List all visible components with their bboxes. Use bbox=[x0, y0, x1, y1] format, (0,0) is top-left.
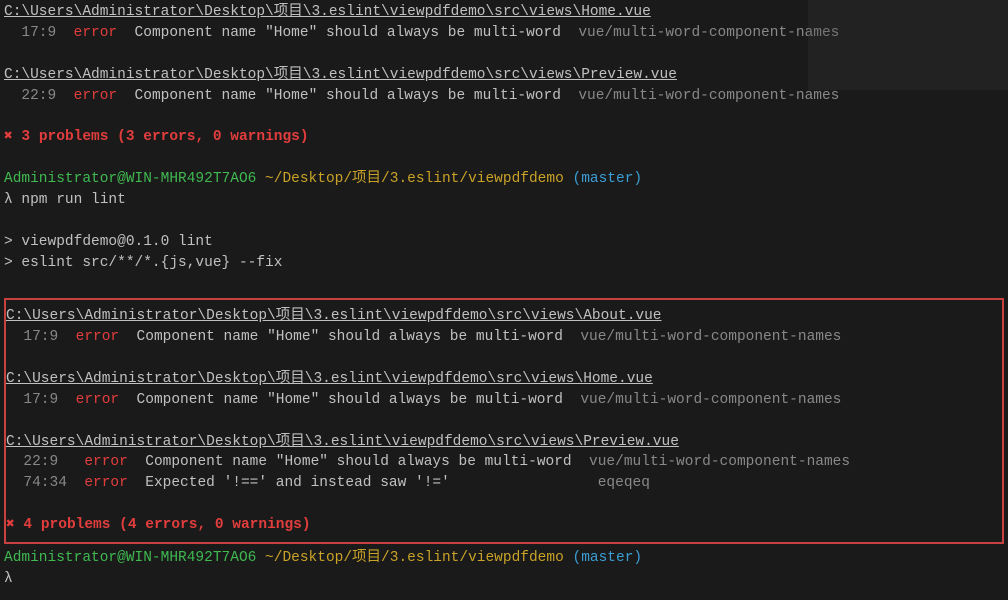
npm-output: > eslint src/**/*.{js,vue} --fix bbox=[4, 253, 1004, 274]
file-path: C:\Users\Administrator\Desktop\项目\3.esli… bbox=[6, 306, 1002, 327]
npm-output: > viewpdfdemo@0.1.0 lint bbox=[4, 232, 1004, 253]
highlighted-block: C:\Users\Administrator\Desktop\项目\3.esli… bbox=[4, 298, 1004, 544]
blank bbox=[4, 273, 1004, 294]
blank bbox=[6, 348, 1002, 369]
blank bbox=[6, 494, 1002, 515]
file-path: C:\Users\Administrator\Desktop\项目\3.esli… bbox=[6, 432, 1002, 453]
blank bbox=[4, 148, 1004, 169]
blank bbox=[4, 211, 1004, 232]
command-line[interactable]: λ bbox=[4, 569, 1004, 590]
prompt-line: Administrator@WIN-MHR492T7AO6 ~/Desktop/… bbox=[4, 548, 1004, 569]
file-path: C:\Users\Administrator\Desktop\项目\3.esli… bbox=[6, 369, 1002, 390]
blank bbox=[6, 411, 1002, 432]
problem-summary: ✖ 3 problems (3 errors, 0 warnings) bbox=[4, 127, 1004, 148]
command-line[interactable]: λ npm run lint bbox=[4, 190, 1004, 211]
error-line: 74:34 error Expected '!==' and instead s… bbox=[6, 473, 1002, 494]
blank bbox=[4, 106, 1004, 127]
problem-summary: ✖ 4 problems (4 errors, 0 warnings) bbox=[6, 515, 1002, 536]
faded-panel bbox=[808, 0, 1008, 90]
prompt-line: Administrator@WIN-MHR492T7AO6 ~/Desktop/… bbox=[4, 169, 1004, 190]
error-line: 17:9 error Component name "Home" should … bbox=[6, 390, 1002, 411]
error-line: 22:9 error Component name "Home" should … bbox=[6, 452, 1002, 473]
error-line: 17:9 error Component name "Home" should … bbox=[6, 327, 1002, 348]
